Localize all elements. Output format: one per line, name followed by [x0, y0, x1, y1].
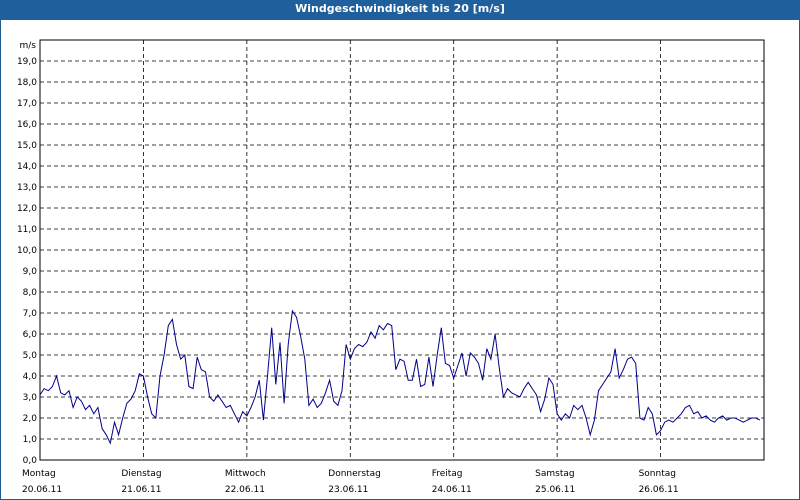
x-tick-day: Sonntag [639, 469, 676, 479]
x-tick-day: Donnerstag [328, 469, 381, 479]
y-tick-label: 8,0 [23, 288, 38, 298]
y-axis-ticks: 0,0 1,0 2,0 3,0 4,0 5,0 6,0 7,0 8,0 9,0 10,0 11,0 12… [17, 57, 37, 466]
y-tick-label: 3,0 [23, 393, 38, 403]
wind-speed-chart: 0,0 1,0 2,0 3,0 4,0 5,0 6,0 7,0 8,0 9,0 10,0 11,0 12… [17, 39, 765, 495]
y-tick-label: 6,0 [23, 330, 38, 340]
y-tick-label: 11,0 [17, 225, 37, 235]
y-tick-label: 0,0 [23, 456, 38, 466]
y-tick-label: 5,0 [23, 351, 38, 361]
y-tick-label: 2,0 [23, 414, 38, 424]
y-tick-label: 14,0 [17, 162, 37, 172]
y-tick-label: 4,0 [23, 372, 38, 382]
y-tick-label: 13,0 [17, 183, 37, 193]
x-tick-date: 26.06.11 [639, 485, 679, 495]
x-tick-day: Dienstag [121, 469, 161, 479]
x-tick-date: 22.06.11 [225, 485, 265, 495]
x-tick-date: 24.06.11 [432, 485, 472, 495]
x-tick-date: 20.06.11 [22, 485, 62, 495]
y-tick-label: 1,0 [23, 435, 38, 445]
y-tick-label: 19,0 [17, 57, 37, 67]
y-tick-label: 9,0 [23, 267, 38, 277]
x-tick-date: 25.06.11 [535, 485, 575, 495]
x-axis-ticks: Montag 20.06.11 Dienstag 21.06.11 Mittwoch 22… [22, 469, 679, 495]
y-tick-label: 10,0 [17, 246, 37, 256]
y-tick-label: 17,0 [17, 99, 37, 109]
x-tick-day: Freitag [432, 469, 463, 479]
y-tick-label: 16,0 [17, 120, 37, 130]
y-tick-label: 7,0 [23, 309, 38, 319]
x-tick-day: Mittwoch [225, 469, 266, 479]
y-tick-label: 12,0 [17, 204, 37, 214]
x-tick-date: 23.06.11 [328, 485, 368, 495]
y-tick-label: 15,0 [17, 141, 37, 151]
y-axis-label: m/s [20, 41, 37, 51]
x-tick-day: Samstag [535, 469, 574, 479]
x-tick-date: 21.06.11 [121, 485, 161, 495]
y-tick-label: 18,0 [17, 78, 37, 88]
x-tick-day: Montag [22, 469, 56, 479]
